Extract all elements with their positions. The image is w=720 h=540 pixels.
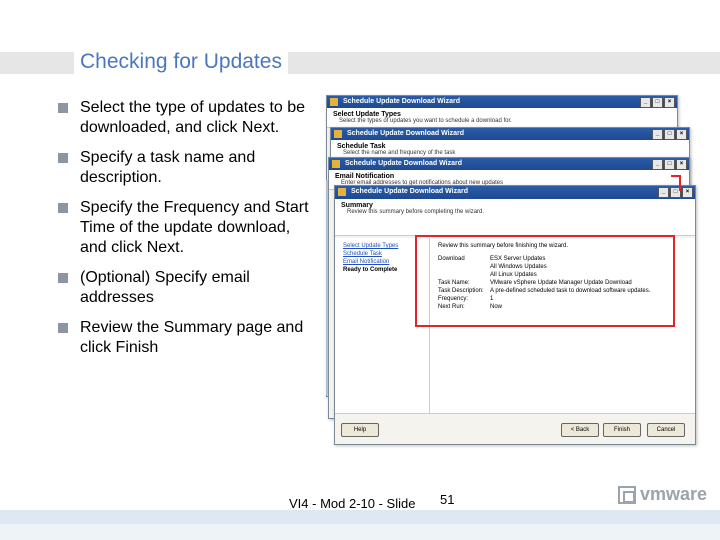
nav-link-email-notification[interactable]: Email Notification [343, 258, 421, 266]
bullet-square-icon [58, 153, 68, 163]
bullet-item: Select the type of updates to be downloa… [58, 98, 320, 138]
footer-band-lower [0, 524, 720, 540]
wizard-heading: Schedule Task [337, 143, 386, 150]
back-button[interactable]: < Back [561, 423, 599, 437]
close-icon[interactable]: × [676, 159, 687, 170]
bullet-item: Specify a task name and description. [58, 148, 320, 188]
slide-title: Checking for Updates [74, 48, 288, 76]
bullet-item: (Optional) Specify email addresses [58, 268, 320, 308]
finish-button[interactable]: Finish [603, 423, 641, 437]
vmware-logo: vmware [618, 484, 707, 505]
nav-link-schedule-task[interactable]: Schedule Task [343, 250, 421, 258]
maximize-icon[interactable]: □ [664, 159, 675, 170]
wizard-subheading: Select the types of updates you want to … [339, 118, 512, 124]
bullet-square-icon [58, 103, 68, 113]
highlight-marker [671, 175, 681, 191]
footer-text: VI4 - Mod 2-10 - Slide [289, 496, 416, 511]
bullet-item: Specify the Frequency and Start Time of … [58, 198, 320, 258]
wizard-heading: Select Update Types [333, 111, 401, 118]
wizard-subheading: Select the name and frequency of the tas… [343, 150, 456, 156]
bullet-square-icon [58, 323, 68, 333]
vmware-logo-icon [618, 485, 636, 504]
window-edge [326, 180, 328, 395]
cancel-button[interactable]: Cancel [647, 423, 685, 437]
maximize-icon[interactable]: □ [664, 129, 675, 140]
app-icon [338, 188, 346, 196]
wizard-button-bar: Help < Back Finish Cancel [335, 413, 695, 444]
minimize-icon[interactable]: _ [652, 129, 663, 140]
minimize-icon[interactable]: _ [640, 97, 651, 108]
bullet-list: Select the type of updates to be downloa… [58, 98, 320, 368]
help-button[interactable]: Help [341, 423, 379, 437]
maximize-icon[interactable]: □ [652, 97, 663, 108]
footer-band [0, 510, 720, 524]
bullet-item: Review the Summary page and click Finish [58, 318, 320, 358]
bullet-square-icon [58, 273, 68, 283]
nav-current-step: Ready to Complete [343, 267, 398, 273]
window-titlebar: Schedule Update Download Wizard _ □ × [327, 96, 677, 108]
app-icon [334, 130, 342, 138]
app-icon [332, 160, 340, 168]
bullet-square-icon [58, 203, 68, 213]
close-icon[interactable]: × [676, 129, 687, 140]
minimize-icon[interactable]: _ [652, 159, 663, 170]
summary-highlight-box [415, 235, 675, 327]
slide-number: 51 [440, 492, 455, 507]
wizard-heading: Email Notification [335, 173, 395, 180]
wizard-subheading: Review this summary before completing th… [347, 209, 485, 215]
app-icon [330, 98, 338, 106]
wizard-heading: Summary [341, 202, 373, 209]
window-titlebar: Schedule Update Download Wizard _ □ × [329, 158, 689, 170]
window-titlebar: Schedule Update Download Wizard _ □ × [335, 186, 695, 199]
minimize-icon[interactable]: _ [658, 187, 669, 198]
nav-link-update-types[interactable]: Select Update Types [343, 242, 421, 250]
window-titlebar: Schedule Update Download Wizard _ □ × [331, 128, 689, 140]
close-icon[interactable]: × [664, 97, 675, 108]
close-icon[interactable]: × [682, 187, 693, 198]
